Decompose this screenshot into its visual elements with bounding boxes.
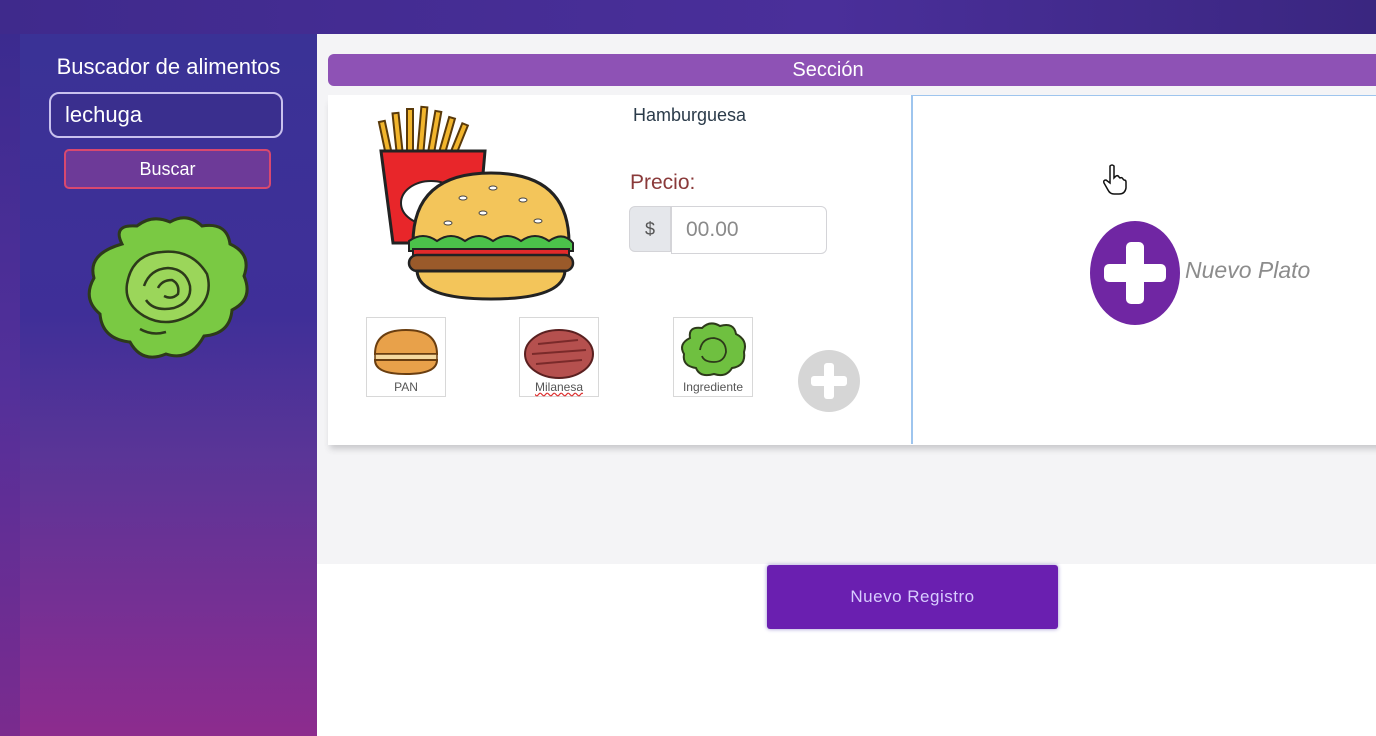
ingredient-label: Ingrediente [682, 380, 744, 394]
dishes-row: Hamburguesa Precio: $ PAN [328, 95, 1376, 445]
ingredient-label: Milanesa [534, 380, 584, 394]
new-dish-plus-icon[interactable] [1090, 221, 1180, 325]
price-input[interactable] [671, 206, 827, 254]
lettuce-icon[interactable] [82, 214, 254, 369]
ingredient-lettuce[interactable]: Ingrediente [673, 317, 753, 397]
patty-icon [524, 329, 594, 379]
new-register-button[interactable]: Nuevo Registro [767, 565, 1058, 629]
food-search-sidebar: Buscador de alimentos Buscar [20, 34, 317, 736]
sidebar-title: Buscador de alimentos [56, 54, 281, 79]
section-title: Sección [792, 58, 864, 81]
add-ingredient-button[interactable] [798, 350, 860, 412]
burger-fries-icon[interactable] [373, 103, 583, 308]
new-dish-label[interactable]: Nuevo Plato [1185, 257, 1310, 284]
ingredient-label: PAN [394, 380, 418, 394]
new-dish-card[interactable]: Nuevo Plato [911, 95, 1376, 444]
search-button[interactable]: Buscar [64, 149, 271, 189]
top-bar [0, 0, 1376, 34]
ingredient-milanesa[interactable]: Milanesa [519, 317, 599, 397]
food-search-input[interactable] [49, 92, 283, 138]
hand-cursor-icon [1103, 164, 1127, 201]
price-input-group: $ [629, 206, 827, 254]
left-edge-strip [0, 34, 20, 736]
lettuce-icon [681, 322, 746, 377]
bun-icon [373, 328, 439, 376]
main-panel: Sección Hamburguesa Precio: $ 00.00 PAN … [317, 34, 1376, 736]
price-label: Precio: [630, 171, 696, 194]
dish-name: Hamburguesa [633, 105, 747, 125]
currency-addon: $ [629, 206, 671, 252]
section-header: Sección [328, 54, 1376, 86]
ingredient-pan[interactable]: PAN [366, 317, 446, 397]
dish-card: Hamburguesa Precio: $ PAN [328, 95, 911, 445]
